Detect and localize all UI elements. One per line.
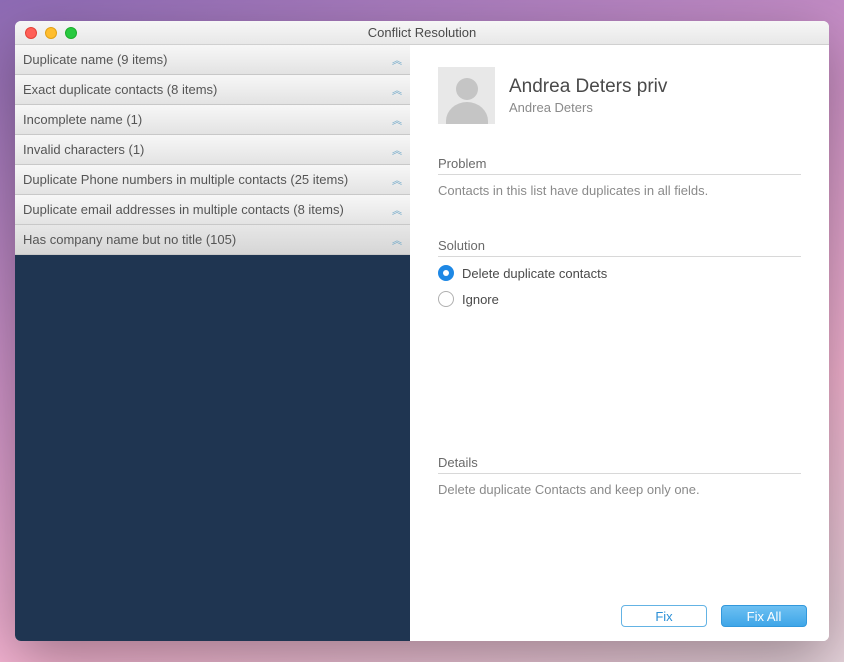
details-text: Delete duplicate Contacts and keep only … [438, 482, 801, 497]
sidebar-item-label: Duplicate name (9 items) [23, 52, 168, 67]
app-window: Conflict Resolution Duplicate name (9 it… [15, 21, 829, 641]
collapse-icon: ︽ [392, 82, 400, 97]
collapse-icon: ︽ [392, 232, 400, 247]
titlebar: Conflict Resolution [15, 21, 829, 45]
sidebar-item-company-no-title[interactable]: Has company name but no title (105) ︽ [15, 225, 410, 255]
radio-label: Delete duplicate contacts [462, 266, 607, 281]
window-title: Conflict Resolution [15, 25, 829, 40]
fix-button[interactable]: Fix [621, 605, 707, 627]
sidebar-item-duplicate-phone[interactable]: Duplicate Phone numbers in multiple cont… [15, 165, 410, 195]
contact-name: Andrea Deters priv [509, 76, 667, 98]
collapse-icon: ︽ [392, 172, 400, 187]
collapse-icon: ︽ [392, 52, 400, 67]
sidebar-item-duplicate-email[interactable]: Duplicate email addresses in multiple co… [15, 195, 410, 225]
collapse-icon: ︽ [392, 142, 400, 157]
sidebar-item-label: Incomplete name (1) [23, 112, 142, 127]
contact-header: Andrea Deters priv Andrea Deters [438, 67, 801, 124]
maximize-icon[interactable] [65, 27, 77, 39]
sidebar-item-exact-duplicate[interactable]: Exact duplicate contacts (8 items) ︽ [15, 75, 410, 105]
sidebar: Duplicate name (9 items) ︽ Exact duplica… [15, 45, 410, 641]
sidebar-item-incomplete-name[interactable]: Incomplete name (1) ︽ [15, 105, 410, 135]
problem-text: Contacts in this list have duplicates in… [438, 183, 801, 198]
solution-heading: Solution [438, 238, 801, 257]
sidebar-item-duplicate-name[interactable]: Duplicate name (9 items) ︽ [15, 45, 410, 75]
avatar [438, 67, 495, 124]
traffic-lights [15, 27, 77, 39]
sidebar-item-label: Invalid characters (1) [23, 142, 144, 157]
sidebar-item-label: Duplicate Phone numbers in multiple cont… [23, 172, 348, 187]
collapse-icon: ︽ [392, 202, 400, 217]
details-section: Details Delete duplicate Contacts and ke… [438, 455, 801, 497]
radio-icon[interactable] [438, 291, 454, 307]
problem-section: Problem Contacts in this list have dupli… [438, 156, 801, 198]
sidebar-item-invalid-chars[interactable]: Invalid characters (1) ︽ [15, 135, 410, 165]
contact-name-block: Andrea Deters priv Andrea Deters [509, 76, 667, 115]
problem-heading: Problem [438, 156, 801, 175]
solution-option-delete[interactable]: Delete duplicate contacts [438, 265, 801, 281]
solution-option-ignore[interactable]: Ignore [438, 291, 801, 307]
radio-icon[interactable] [438, 265, 454, 281]
details-heading: Details [438, 455, 801, 474]
content: Duplicate name (9 items) ︽ Exact duplica… [15, 45, 829, 641]
minimize-icon[interactable] [45, 27, 57, 39]
collapse-icon: ︽ [392, 112, 400, 127]
solution-section: Solution Delete duplicate contacts Ignor… [438, 238, 801, 317]
detail-panel: Andrea Deters priv Andrea Deters Problem… [410, 45, 829, 641]
sidebar-item-label: Duplicate email addresses in multiple co… [23, 202, 344, 217]
sidebar-item-label: Exact duplicate contacts (8 items) [23, 82, 217, 97]
contact-subtitle: Andrea Deters [509, 100, 667, 115]
close-icon[interactable] [25, 27, 37, 39]
button-bar: Fix Fix All [621, 605, 807, 627]
sidebar-item-label: Has company name but no title (105) [23, 232, 236, 247]
fix-all-button[interactable]: Fix All [721, 605, 807, 627]
radio-label: Ignore [462, 292, 499, 307]
